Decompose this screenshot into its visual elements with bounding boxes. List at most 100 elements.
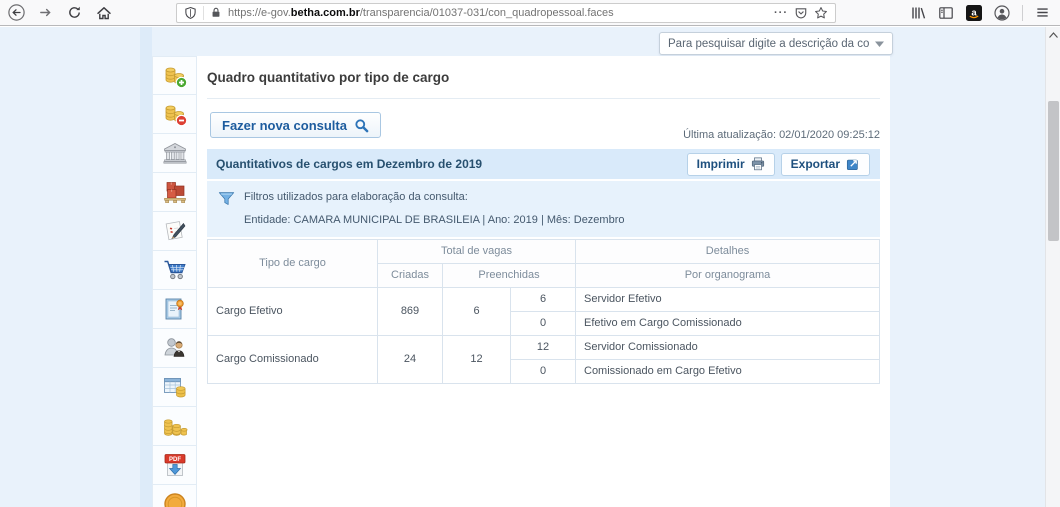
sidebar-strip [140, 27, 152, 507]
filter-funnel-icon [218, 190, 235, 208]
sidebar-item-coins-add[interactable] [152, 56, 197, 95]
sidebar-item-boxes[interactable] [152, 173, 197, 212]
address-bar[interactable]: https://e-gov.betha.com.br/transparencia… [176, 3, 836, 23]
header-criadas: Criadas [378, 264, 443, 288]
sidebar-item-coin-stacks[interactable] [152, 407, 197, 446]
browser-toolbar: https://e-gov.betha.com.br/transparencia… [0, 0, 1060, 26]
page-title: Quadro quantitativo por tipo de cargo [207, 70, 880, 99]
sidebar-item-pdf[interactable]: PDF [152, 446, 197, 485]
consulta-search-dropdown[interactable]: Para pesquisar digite a descrição da con… [659, 32, 893, 55]
cell-organograma: Comissionado em Cargo Efetivo [576, 360, 880, 384]
cell-organograma: Servidor Comissionado [576, 336, 880, 360]
sidebar-item-spreadsheet[interactable] [152, 368, 197, 407]
cell-quantidade: 0 [511, 360, 576, 384]
coins-remove-icon [162, 101, 188, 127]
amazon-extension-icon[interactable]: a [966, 5, 982, 21]
divider [203, 6, 204, 20]
new-query-button[interactable]: Fazer nova consulta [210, 112, 381, 138]
print-label: Imprimir [697, 157, 745, 171]
cell-quantidade: 12 [511, 336, 576, 360]
back-arrow-icon [8, 4, 25, 21]
forward-button[interactable] [37, 4, 54, 21]
sidebar-item-bank[interactable] [152, 134, 197, 173]
filters-description: Entidade: CAMARA MUNICIPAL DE BRASILEIA … [244, 214, 625, 226]
cell-organograma: Servidor Efetivo [576, 288, 880, 312]
divider [1022, 5, 1023, 21]
export-icon [846, 157, 860, 171]
chevron-down-icon [875, 41, 884, 47]
sidebar-item-coins-remove[interactable] [152, 95, 197, 134]
account-icon[interactable] [994, 5, 1010, 21]
bookmark-star-icon[interactable] [814, 6, 828, 20]
coins-add-icon [162, 63, 188, 89]
home-button[interactable] [95, 4, 112, 21]
certificate-icon [162, 296, 188, 322]
bank-building-icon [162, 140, 188, 166]
export-label: Exportar [791, 157, 840, 171]
coin-icon [162, 491, 188, 507]
table-row: Cargo Efetivo 869 6 6 Servidor Efetivo [208, 288, 880, 312]
back-button[interactable] [8, 4, 25, 21]
page-background: Para pesquisar digite a descrição da con… [0, 27, 1060, 507]
cell-tipo: Cargo Comissionado [208, 336, 378, 384]
cell-quantidade: 0 [511, 312, 576, 336]
filters-title: Filtros utilizados para elaboração da co… [244, 191, 625, 203]
page-actions-icon[interactable]: ··· [774, 7, 788, 19]
people-icon [162, 335, 188, 361]
forward-arrow-icon [38, 5, 53, 20]
header-preenchidas: Preenchidas [443, 264, 576, 288]
last-update-text: Última atualização: 02/01/2020 09:25:12 [683, 129, 880, 141]
pocket-icon[interactable] [794, 6, 808, 20]
toolbar-right: a [910, 5, 1050, 21]
quantitative-table: Tipo de cargo Total de vagas Detalhes Cr… [207, 239, 880, 384]
home-icon [96, 5, 112, 21]
url-scheme: https://e-gov. [228, 7, 291, 19]
scrollbar-thumb[interactable] [1048, 101, 1059, 241]
sidebar-toggle-icon[interactable] [938, 5, 954, 21]
sidebar-item-cart[interactable] [152, 251, 197, 290]
url-path: /transparencia/01037-031/con_quadropesso… [360, 7, 614, 19]
menu-icon[interactable] [1035, 5, 1050, 20]
library-icon[interactable] [910, 5, 926, 21]
toolbar-row: Fazer nova consulta Última atualização: … [210, 112, 880, 139]
cell-criadas: 869 [378, 288, 443, 336]
sidebar-item-certificate[interactable] [152, 290, 197, 329]
header-tipo-de-cargo: Tipo de cargo [208, 240, 378, 288]
reload-button[interactable] [66, 4, 83, 21]
chevron-up-icon [1049, 32, 1058, 38]
scrollbar-up-button[interactable] [1046, 27, 1060, 42]
svg-text:PDF: PDF [169, 457, 181, 463]
reload-icon [67, 5, 82, 20]
sidebar-menu: PDF [152, 56, 197, 507]
header-detalhes: Detalhes [576, 240, 880, 264]
filters-box: Filtros utilizados para elaboração da co… [207, 181, 880, 237]
export-button[interactable]: Exportar [781, 153, 870, 176]
spreadsheet-coins-icon [162, 374, 188, 400]
cell-quantidade: 6 [511, 288, 576, 312]
printer-icon [751, 157, 765, 171]
header-por-organograma: Por organograma [576, 264, 880, 288]
sidebar-item-document[interactable] [152, 212, 197, 251]
sidebar-item-people[interactable] [152, 329, 197, 368]
shopping-cart-icon [162, 257, 188, 283]
cell-organograma: Efetivo em Cargo Comissionado [576, 312, 880, 336]
tracking-shield-icon[interactable] [184, 6, 197, 20]
coin-stacks-icon [162, 413, 188, 439]
cell-preenchidas: 6 [443, 288, 511, 336]
filters-text: Filtros utilizados para elaboração da co… [244, 190, 625, 226]
print-button[interactable]: Imprimir [687, 153, 775, 176]
table-row: Cargo Comissionado 24 12 12 Servidor Com… [208, 336, 880, 360]
lock-icon [210, 6, 222, 19]
header-total-de-vagas: Total de vagas [378, 240, 576, 264]
sidebar-item-coin[interactable] [152, 485, 197, 507]
search-icon [354, 118, 369, 133]
section-title: Quantitativos de cargos em Dezembro de 2… [216, 157, 687, 171]
new-query-label: Fazer nova consulta [222, 118, 347, 133]
url-domain: betha.com.br [291, 7, 360, 19]
page-scrollbar[interactable] [1045, 27, 1060, 507]
dropdown-label: Para pesquisar digite a descrição da con… [668, 38, 869, 50]
section-header: Quantitativos de cargos em Dezembro de 2… [207, 149, 880, 179]
cell-criadas: 24 [378, 336, 443, 384]
content-panel: Quadro quantitativo por tipo de cargo Fa… [197, 56, 890, 507]
document-pen-icon [162, 218, 188, 244]
